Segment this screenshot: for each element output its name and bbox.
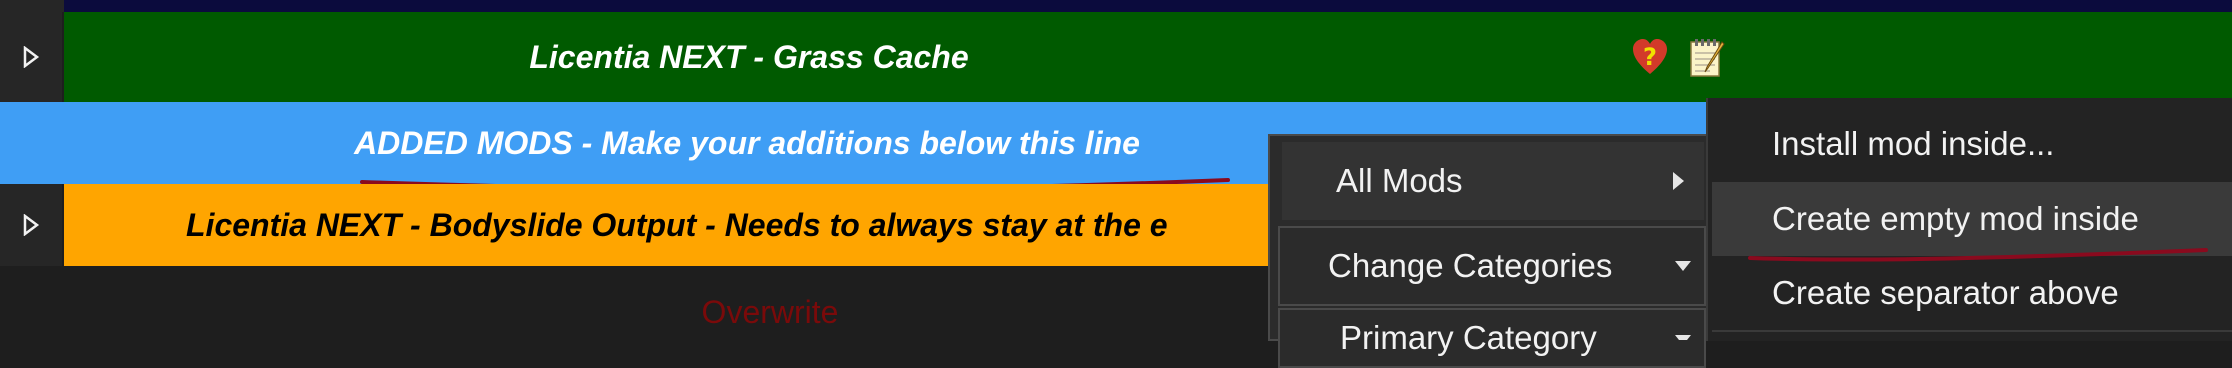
chevron-down-icon — [1675, 261, 1691, 271]
menu-item-label: Primary Category — [1340, 319, 1597, 356]
mod-row-label: Licentia NEXT - Grass Cache — [529, 38, 969, 75]
expand-triangle-icon[interactable] — [0, 184, 62, 266]
submenu-divider — [1712, 330, 2232, 332]
menu-item-label: Change Categories — [1328, 247, 1613, 284]
expand-triangle-icon[interactable] — [0, 12, 62, 102]
chevron-down-icon — [1675, 335, 1691, 340]
svg-text:?: ? — [1643, 43, 1657, 71]
notepad-icon[interactable] — [1688, 36, 1728, 80]
menu-item-label: All Mods — [1336, 162, 1463, 199]
submenu-item-label: Create separator above — [1772, 274, 2119, 311]
heart-question-icon[interactable]: ? — [1632, 38, 1668, 78]
chevron-right-icon — [1673, 172, 1684, 190]
overwrite-row-label[interactable]: Overwrite — [620, 290, 920, 334]
top-row-fragment-navy[interactable] — [64, 0, 2232, 12]
mod-row-label: Licentia NEXT - Bodyslide Output - Needs… — [186, 206, 1168, 243]
submenu-item-label: Install mod inside... — [1772, 125, 2055, 162]
